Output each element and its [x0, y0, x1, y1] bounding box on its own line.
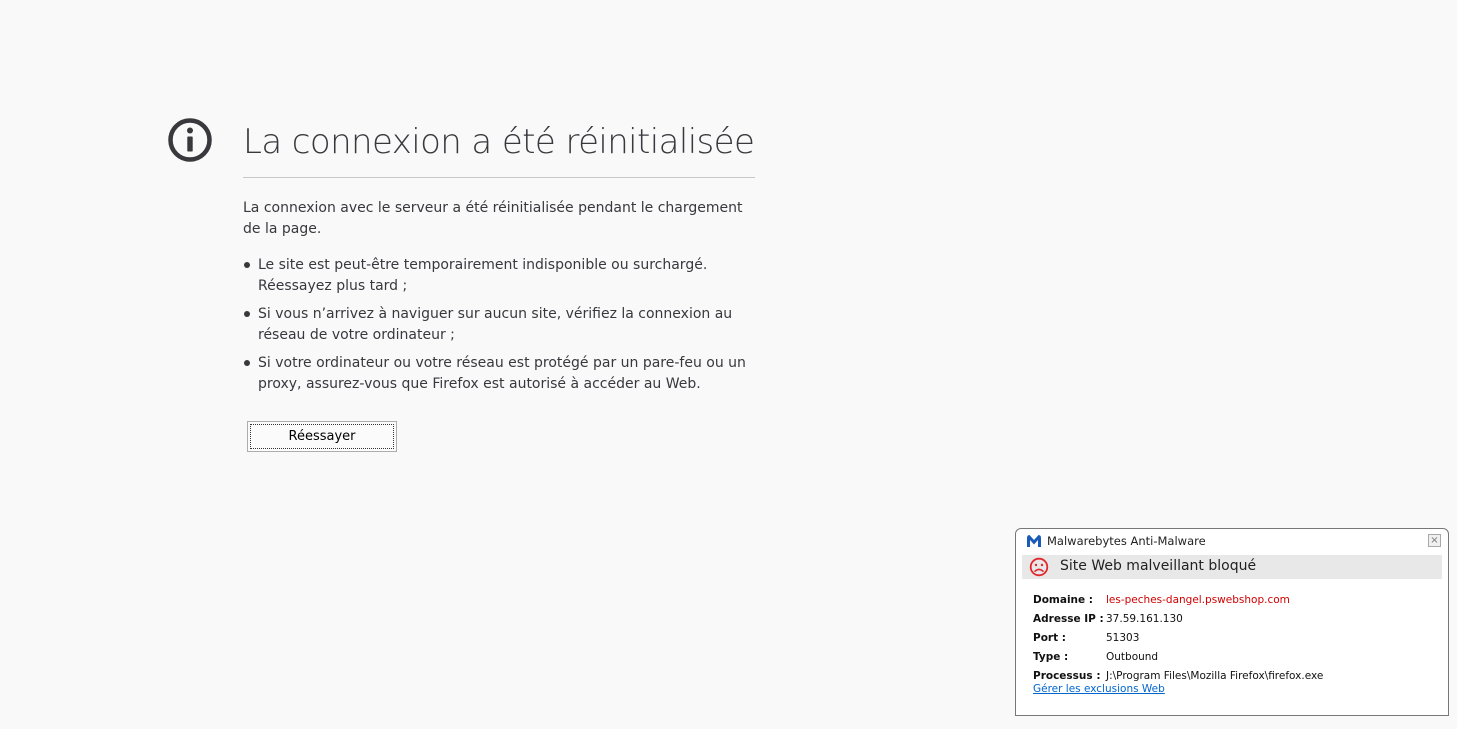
- suggestion-item: Si vous n’arrivez à naviguer sur aucun s…: [243, 304, 763, 346]
- detail-row-ip: Adresse IP : 37.59.161.130: [1033, 610, 1323, 629]
- suggestion-item: Si votre ordinateur ou votre réseau est …: [243, 353, 763, 395]
- detail-label: Type :: [1033, 651, 1069, 663]
- error-description-block: La connexion avec le serveur a été réini…: [243, 198, 763, 402]
- detail-label: Port :: [1033, 632, 1066, 644]
- error-description: La connexion avec le serveur a été réini…: [243, 200, 743, 237]
- detail-row-type: Type : Outbound: [1033, 648, 1323, 667]
- suggestion-text: Le site est peut-être temporairement ind…: [258, 257, 708, 294]
- detail-value-ip: 37.59.161.130: [1106, 613, 1183, 625]
- retry-button-label: Réessayer: [250, 424, 394, 449]
- title-divider: [243, 177, 755, 178]
- sad-face-icon: [1029, 557, 1049, 577]
- retry-button[interactable]: Réessayer: [247, 421, 397, 452]
- detail-label: Domaine :: [1033, 594, 1094, 606]
- suggestion-text: Si votre ordinateur ou votre réseau est …: [258, 355, 746, 392]
- bullet: [244, 262, 250, 268]
- detail-value-port: 51303: [1106, 632, 1140, 644]
- detail-value-type: Outbound: [1106, 651, 1159, 663]
- manage-exclusions-link[interactable]: Gérer les exclusions Web: [1033, 683, 1165, 695]
- detail-label: Adresse IP :: [1033, 613, 1104, 625]
- page-title: La connexion a été réinitialisée: [243, 122, 755, 162]
- bullet: [244, 311, 250, 317]
- malwarebytes-notification: Malwarebytes Anti-Malware × Site Web mal…: [1015, 528, 1449, 716]
- bullet: [244, 360, 250, 366]
- close-icon[interactable]: ×: [1428, 534, 1441, 547]
- detail-value-domain: les-peches-dangel.pswebshop.com: [1106, 594, 1290, 606]
- suggestion-list: Le site est peut-être temporairement ind…: [243, 255, 763, 395]
- blocked-banner-text: Site Web malveillant bloqué: [1060, 558, 1257, 574]
- page: La connexion a été réinitialisée La conn…: [0, 0, 1457, 729]
- block-details: Domaine : les-peches-dangel.pswebshop.co…: [1033, 591, 1323, 686]
- detail-row-port: Port : 51303: [1033, 629, 1323, 648]
- detail-row-domain: Domaine : les-peches-dangel.pswebshop.co…: [1033, 591, 1323, 610]
- suggestion-item: Le site est peut-être temporairement ind…: [243, 255, 763, 297]
- info-icon: [168, 118, 212, 162]
- suggestion-text: Si vous n’arrivez à naviguer sur aucun s…: [258, 306, 733, 343]
- notification-app-title: Malwarebytes Anti-Malware: [1047, 534, 1206, 548]
- malwarebytes-logo-icon: [1027, 535, 1041, 547]
- notification-titlebar: Malwarebytes Anti-Malware ×: [1016, 529, 1448, 553]
- blocked-banner: Site Web malveillant bloqué: [1022, 555, 1442, 579]
